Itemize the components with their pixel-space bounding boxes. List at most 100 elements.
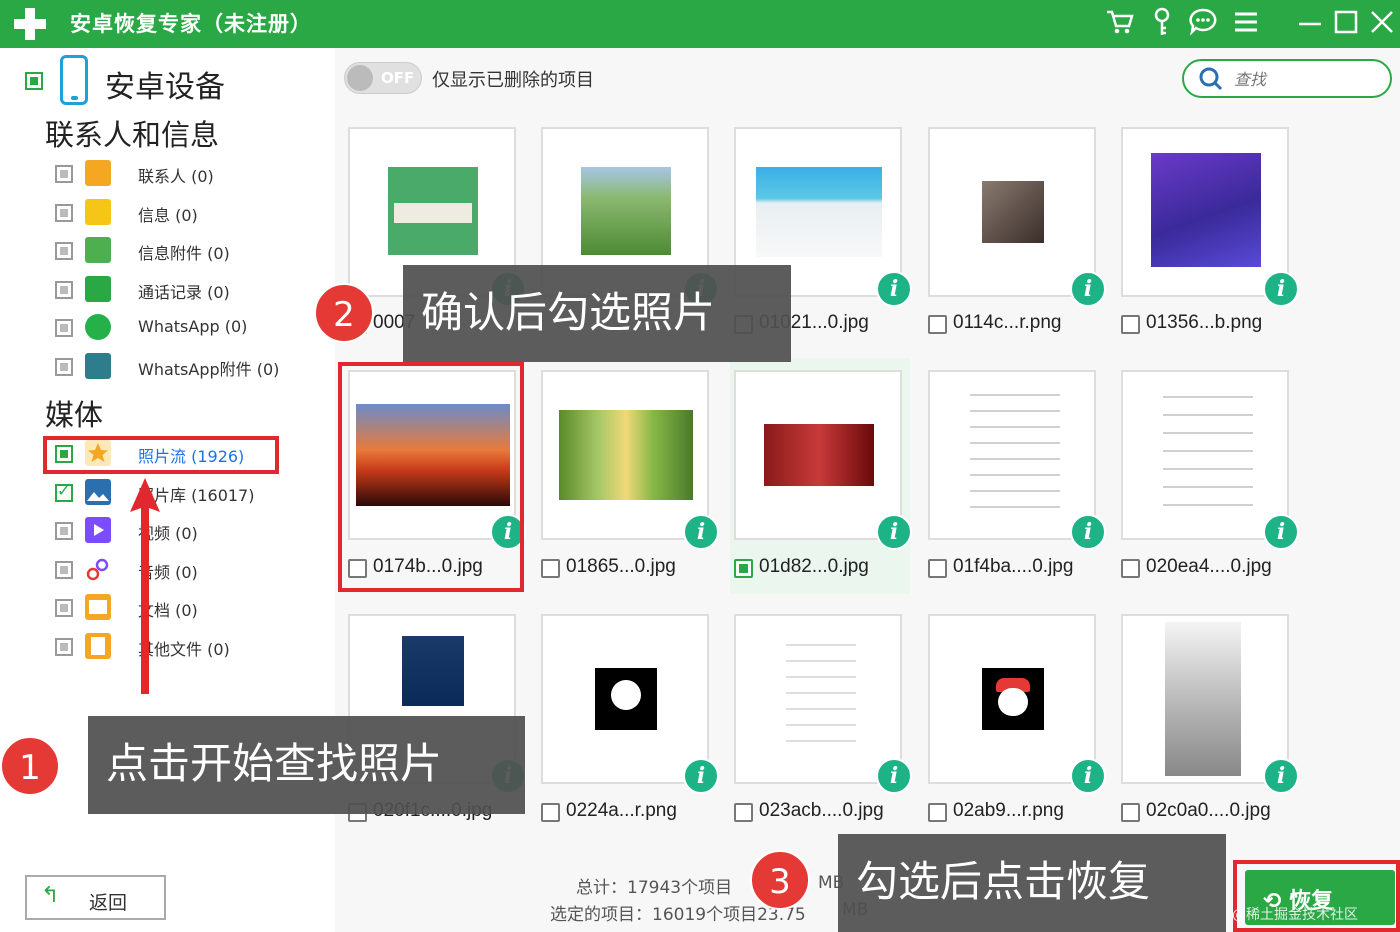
file-name: 0114c...r.png (953, 312, 1062, 333)
file-item[interactable]: 020ea4....0.jpg (1121, 556, 1311, 582)
whatsapp-icon (85, 314, 111, 340)
sidebar-item-video[interactable]: 视频 (0) (55, 515, 315, 545)
checkbox[interactable] (55, 204, 73, 222)
device-checkbox[interactable] (25, 72, 43, 90)
sidebar-item-label: 联系人 (0) (138, 167, 214, 186)
search-input[interactable] (1234, 67, 1374, 91)
step-3-badge: 3 (750, 850, 810, 910)
info-icon[interactable]: i (1070, 758, 1106, 794)
info-icon[interactable]: i (1263, 758, 1299, 794)
sidebar-item-audio[interactable]: 音频 (0) (55, 554, 315, 584)
file-item[interactable]: 0114c...r.png (928, 312, 1118, 338)
sidebar-item-label: 信息 (0) (138, 206, 198, 225)
sidebar-item-whatsapp-attachments[interactable]: WhatsApp附件 (0) (55, 351, 315, 381)
file-name: 023acb....0.jpg (759, 800, 884, 821)
info-icon[interactable]: i (1070, 514, 1106, 550)
checkbox[interactable] (55, 638, 73, 656)
file-checkbox[interactable] (1121, 315, 1140, 334)
sidebar-item-call-log[interactable]: 通话记录 (0) (55, 274, 315, 304)
file-checkbox[interactable] (734, 559, 753, 578)
checkbox[interactable] (55, 561, 73, 579)
file-item[interactable]: 01d82...0.jpg (734, 556, 924, 582)
file-thumbnail[interactable]: i (541, 370, 719, 550)
file-name: 01d82...0.jpg (759, 556, 869, 577)
contacts-icon (85, 160, 111, 186)
file-item[interactable]: 0224a...r.png (541, 800, 731, 826)
info-icon[interactable]: i (683, 514, 719, 550)
info-icon[interactable]: i (876, 758, 912, 794)
file-name: 01356...b.png (1146, 312, 1263, 333)
annotation-step-3: 勾选后点击恢复 (838, 834, 1226, 932)
android-device-icon (60, 55, 88, 105)
file-thumbnail[interactable]: i (928, 614, 1106, 794)
back-button[interactable]: ↰ 返回 (25, 875, 166, 920)
checkbox[interactable] (55, 242, 73, 260)
key-icon[interactable] (1146, 6, 1178, 38)
file-item[interactable]: 023acb....0.jpg (734, 800, 924, 826)
file-checkbox[interactable] (541, 559, 560, 578)
maximize-icon[interactable] (1330, 6, 1362, 38)
sidebar-item-contacts[interactable]: 联系人 (0) (55, 158, 315, 188)
menu-icon[interactable] (1230, 6, 1262, 38)
chat-icon[interactable] (1187, 6, 1219, 38)
file-checkbox[interactable] (541, 803, 560, 822)
info-icon[interactable]: i (683, 758, 719, 794)
info-icon[interactable]: i (876, 514, 912, 550)
deleted-only-toggle[interactable]: OFF (344, 62, 422, 94)
back-button-label: 返回 (89, 892, 128, 914)
file-checkbox[interactable] (1121, 803, 1140, 822)
file-item[interactable]: 01865...0.jpg (541, 556, 731, 582)
file-item[interactable]: 02ab9...r.png (928, 800, 1118, 826)
checkbox[interactable] (55, 281, 73, 299)
close-icon[interactable] (1366, 6, 1398, 38)
sidebar-item-messages[interactable]: 信息 (0) (55, 197, 315, 227)
minimize-icon[interactable] (1294, 6, 1326, 38)
image-preview (1165, 622, 1241, 776)
phone-icon (85, 276, 111, 302)
file-item[interactable]: 02c0a0....0.jpg (1121, 800, 1311, 826)
file-checkbox[interactable] (928, 803, 947, 822)
info-icon[interactable]: i (1263, 514, 1299, 550)
document-icon (85, 594, 111, 620)
file-checkbox[interactable] (1121, 559, 1140, 578)
checkbox[interactable] (55, 481, 73, 502)
file-thumbnail[interactable]: i (1121, 127, 1299, 307)
info-icon[interactable]: i (1263, 271, 1299, 307)
sidebar-item-whatsapp[interactable]: WhatsApp (0) (55, 312, 315, 342)
sidebar-item-label: WhatsApp附件 (0) (138, 360, 280, 379)
cart-icon[interactable] (1104, 6, 1136, 38)
annotation-text: 确认后勾选照片 (421, 288, 716, 337)
checkbox[interactable] (55, 165, 73, 183)
checkbox[interactable] (55, 319, 73, 337)
file-thumbnail[interactable]: i (1121, 370, 1299, 550)
info-icon[interactable]: i (1070, 271, 1106, 307)
file-thumbnail[interactable]: i (928, 370, 1106, 550)
file-thumbnail[interactable]: i (541, 614, 719, 794)
checkbox[interactable] (55, 358, 73, 376)
message-icon (85, 199, 111, 225)
image-preview (970, 380, 1060, 520)
up-arrow-icon (130, 478, 160, 694)
sidebar-item-label: WhatsApp (0) (138, 317, 248, 336)
file-checkbox[interactable] (734, 803, 753, 822)
image-preview (595, 668, 657, 730)
search-box[interactable] (1182, 59, 1392, 98)
file-name: 02c0a0....0.jpg (1146, 800, 1271, 821)
sidebar-item-photo-library[interactable]: 照片库 (16017) (55, 477, 315, 507)
file-item[interactable]: 01356...b.png (1121, 312, 1311, 338)
back-arrow-icon: ↰ (41, 883, 60, 908)
file-thumbnail[interactable]: i (1121, 614, 1299, 794)
sidebar-item-message-attachments[interactable]: 信息附件 (0) (55, 235, 315, 265)
info-icon[interactable]: i (876, 271, 912, 307)
file-thumbnail[interactable]: i (734, 614, 912, 794)
sidebar-item-documents[interactable]: 文档 (0) (55, 592, 315, 622)
checkbox[interactable] (55, 599, 73, 617)
file-thumbnail[interactable]: i (928, 127, 1106, 307)
file-item[interactable]: 01f4ba....0.jpg (928, 556, 1118, 582)
file-checkbox[interactable] (928, 315, 947, 334)
file-checkbox[interactable] (928, 559, 947, 578)
file-thumbnail[interactable]: i (734, 370, 912, 550)
checkbox[interactable] (55, 522, 73, 540)
section-media-header: 媒体 (45, 398, 104, 432)
sidebar-item-other-files[interactable]: 其他文件 (0) (55, 631, 315, 661)
